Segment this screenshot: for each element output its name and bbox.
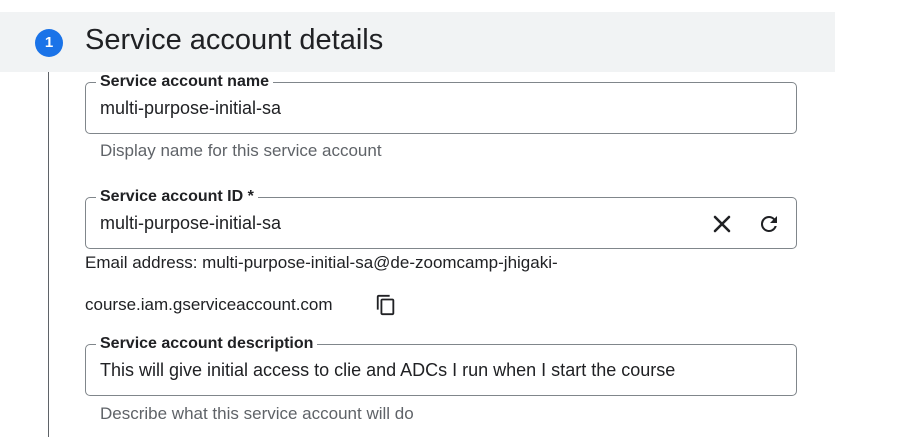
service-account-name-field[interactable]: Service account name multi-purpose-initi… [85, 72, 797, 134]
service-account-id-label: Service account ID * [96, 187, 258, 207]
copy-icon[interactable] [372, 291, 400, 319]
service-account-description-input[interactable]: This will give initial access to clie an… [100, 359, 675, 381]
email-address-line2: course.iam.gserviceaccount.com [85, 295, 333, 314]
step-title: Service account details [85, 24, 384, 56]
service-account-name-input[interactable]: multi-purpose-initial-sa [100, 97, 281, 119]
email-address-line1: Email address: multi-purpose-initial-sa@… [85, 253, 558, 272]
service-account-description-field[interactable]: Service account description This will gi… [85, 334, 797, 396]
step-rail [48, 72, 49, 437]
service-account-description-hint: Describe what this service account will … [100, 404, 414, 423]
refresh-icon[interactable] [755, 210, 783, 238]
step-number-badge: 1 [35, 29, 63, 57]
service-account-name-label: Service account name [96, 72, 273, 92]
service-account-id-field[interactable]: Service account ID * multi-purpose-initi… [85, 187, 797, 249]
service-account-id-input[interactable]: multi-purpose-initial-sa [100, 212, 281, 234]
service-account-description-label: Service account description [96, 334, 318, 354]
service-account-name-hint: Display name for this service account [100, 141, 382, 160]
close-icon[interactable] [708, 210, 736, 238]
